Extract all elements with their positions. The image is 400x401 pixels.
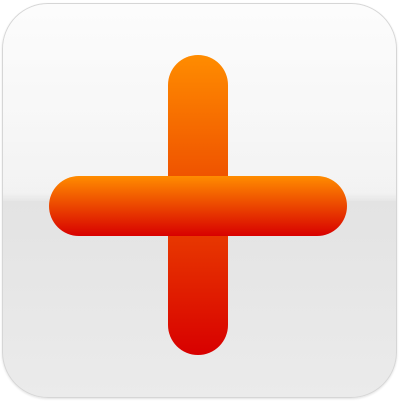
add-app-icon[interactable] [2, 3, 397, 398]
plus-icon [49, 55, 347, 355]
plus-shape [49, 55, 347, 355]
plus-horizontal-bar [49, 176, 347, 236]
